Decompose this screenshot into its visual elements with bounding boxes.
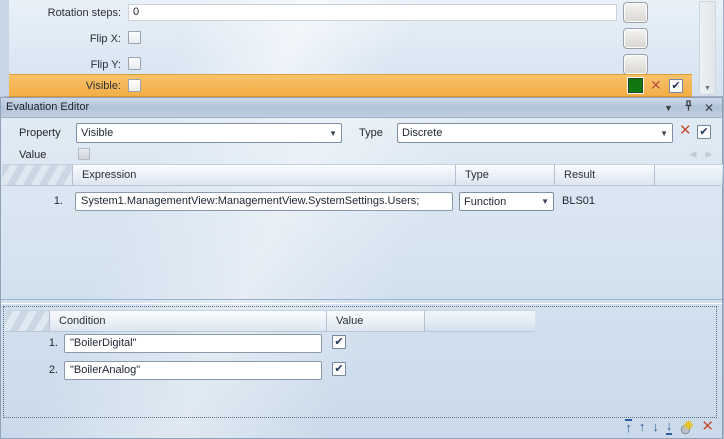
value-checkbox-disabled (78, 148, 90, 160)
flip-y-checkbox[interactable] (128, 57, 141, 70)
nav-forward-icon[interactable]: ► (703, 147, 715, 161)
expression-type-dropdown[interactable]: Function ▼ (459, 192, 554, 211)
condition-actions-toolbar: ↑ ↑ ↓ ↓ ✕ (625, 419, 714, 435)
visible-evaluation-checkbox[interactable]: ✔ (669, 79, 683, 93)
expression-column-header[interactable]: Expression (73, 164, 456, 186)
condition-value-checkbox[interactable]: ✔ (332, 335, 346, 349)
expression-row-index: 1. (39, 195, 63, 207)
expression-type-value: Function (464, 196, 537, 208)
move-to-bottom-icon[interactable]: ↓ (666, 419, 673, 435)
type-column-header[interactable]: Type (456, 164, 555, 186)
move-up-icon[interactable]: ↑ (639, 420, 646, 434)
visible-color-button[interactable] (628, 78, 643, 93)
move-to-top-icon[interactable]: ↑ (625, 419, 632, 435)
scroll-down-icon[interactable]: ▼ (700, 85, 715, 92)
condition-value-checkbox[interactable]: ✔ (332, 362, 346, 376)
check-icon: ✔ (699, 126, 708, 138)
flip-x-expand-button[interactable] (623, 28, 648, 49)
visible-label: Visible: (9, 80, 121, 92)
chevron-down-icon: ▼ (656, 129, 668, 138)
chevron-down-icon: ▼ (537, 197, 549, 206)
expression-header-stub (2, 164, 73, 186)
pin-icon[interactable] (684, 100, 693, 117)
check-icon: ✔ (334, 363, 343, 375)
app-window: Rotation steps: 0 Flip X: Flip Y: Visibl… (0, 0, 724, 439)
toolbar-enable-checkbox[interactable]: ✔ (697, 125, 711, 139)
type-dropdown-value: Discrete (402, 127, 656, 139)
flip-x-label: Flip X: (9, 33, 121, 45)
evaluation-editor-panel: Evaluation Editor ▼ ✕ Property Visible ▼… (0, 97, 723, 439)
property-grid-scrollbar[interactable]: ▼ (699, 1, 716, 95)
nav-back-icon[interactable]: ◄ (687, 147, 699, 161)
condition-input[interactable]: "BoilerDigital" (64, 334, 322, 353)
condition-header-filler (425, 310, 535, 332)
move-down-icon[interactable]: ↓ (652, 420, 659, 434)
panel-splitter[interactable] (1, 299, 722, 304)
delete-condition-icon[interactable]: ✕ (701, 420, 714, 434)
expression-result: BLS01 (562, 195, 595, 207)
property-grid-panel: Rotation steps: 0 Flip X: Flip Y: Visibl… (0, 0, 723, 97)
condition-row-index: 2. (32, 364, 58, 376)
condition-header-stub (5, 310, 50, 332)
rotation-steps-input[interactable]: 0 (128, 4, 617, 21)
flip-y-expand-button[interactable] (623, 54, 648, 75)
value-column-header[interactable]: Value (327, 310, 425, 332)
rotation-steps-label: Rotation steps: (9, 7, 121, 19)
panel-title: Evaluation Editor (6, 101, 89, 113)
close-icon[interactable]: ✕ (704, 100, 714, 116)
new-condition-wizard-icon[interactable] (679, 420, 694, 435)
condition-input[interactable]: "BoilerAnalog" (64, 361, 322, 380)
condition-table-area: Condition Value 1. "BoilerDigital" ✔ 2. … (3, 306, 717, 418)
property-dropdown[interactable]: Visible ▼ (76, 123, 342, 143)
toolbar-delete-icon[interactable]: ✕ (679, 124, 692, 138)
header-filler (655, 164, 723, 186)
condition-column-header[interactable]: Condition (50, 310, 327, 332)
window-menu-icon[interactable]: ▼ (664, 100, 673, 116)
visible-delete-icon[interactable]: ✕ (650, 78, 662, 92)
visible-checkbox[interactable] (128, 79, 141, 92)
check-icon: ✔ (671, 80, 680, 92)
expression-input[interactable]: System1.ManagementView:ManagementView.Sy… (75, 192, 453, 211)
check-icon: ✔ (334, 336, 343, 348)
value-label: Value (19, 149, 46, 161)
flip-x-checkbox[interactable] (128, 31, 141, 44)
type-dropdown[interactable]: Discrete ▼ (397, 123, 673, 143)
condition-row-index: 1. (32, 337, 58, 349)
result-column-header[interactable]: Result (555, 164, 655, 186)
flip-y-label: Flip Y: (9, 59, 121, 71)
property-dropdown-value: Visible (81, 127, 325, 139)
chevron-down-icon: ▼ (325, 129, 337, 138)
evaluation-editor-titlebar[interactable]: Evaluation Editor ▼ ✕ (1, 98, 722, 118)
rotation-steps-expand-button[interactable] (623, 2, 648, 23)
property-label: Property (19, 127, 61, 139)
type-label: Type (359, 127, 383, 139)
